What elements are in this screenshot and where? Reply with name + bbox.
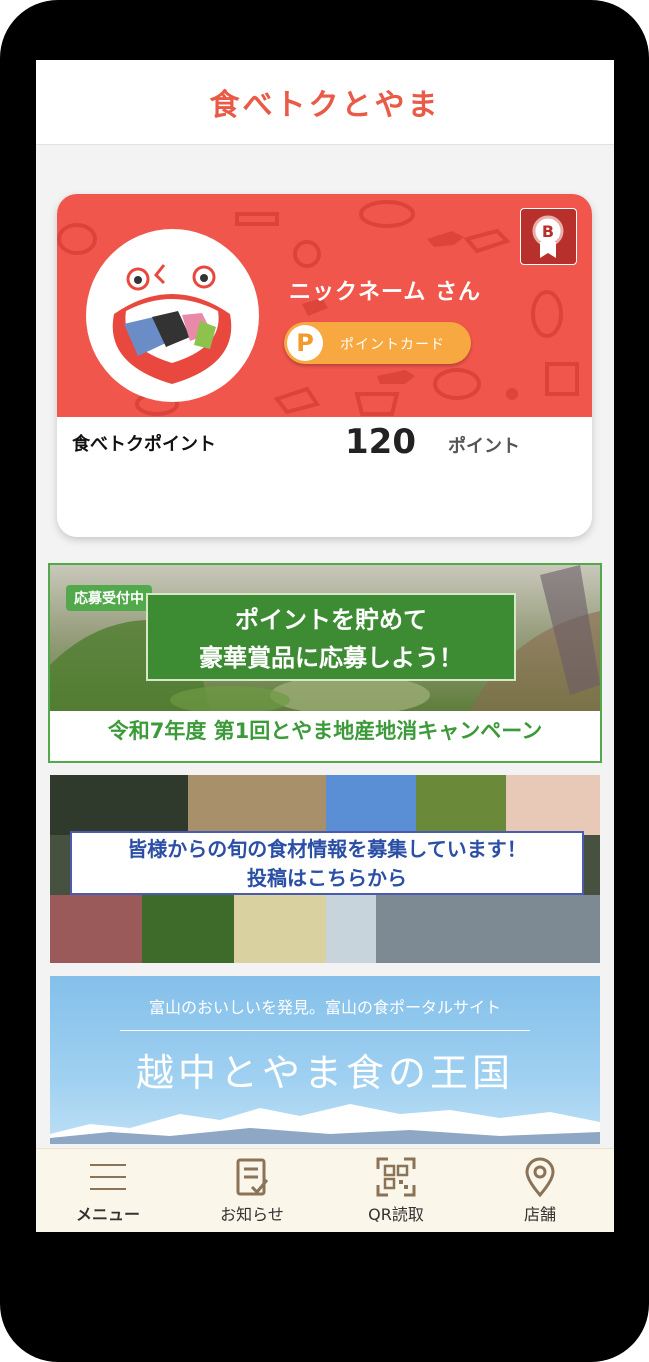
photo-tile bbox=[506, 775, 600, 835]
campaign-caption: 令和7年度 第1回とやま地産地消キャンペーン bbox=[107, 719, 543, 743]
ingredients-call-box: 皆様からの旬の食材情報を募集しています！ 投稿はこちらから bbox=[70, 831, 584, 895]
campaign-headline-box: ポイントを貯めて 豪華賞品に応募しよう！ bbox=[146, 593, 516, 681]
tab-stores-label: 店舗 bbox=[523, 1205, 556, 1224]
phone-frame: 食べトクとやま ニックネーム さん P ポイントカード B 食べトクポイント 1… bbox=[0, 0, 649, 1362]
campaign-headline-line2: 豪華賞品に応募しよう！ bbox=[199, 644, 463, 672]
tab-menu-label: メニュー bbox=[75, 1205, 140, 1224]
photo-tile bbox=[326, 895, 376, 963]
point-p-icon: P bbox=[287, 325, 323, 361]
photo-tile bbox=[416, 775, 506, 835]
campaign-headline-line1: ポイントを貯めて bbox=[235, 606, 427, 634]
tab-menu[interactable]: メニュー bbox=[36, 1149, 180, 1232]
photo-tile bbox=[376, 895, 600, 963]
photo-tile bbox=[50, 775, 188, 835]
application-open-tag: 応募受付中 bbox=[66, 585, 152, 611]
photo-tile bbox=[142, 895, 234, 963]
location-pin-icon bbox=[525, 1157, 555, 1197]
app-title: 食べトクとやま bbox=[209, 88, 441, 123]
mascot-avatar bbox=[86, 229, 259, 402]
notice-icon bbox=[236, 1158, 269, 1196]
tab-notices[interactable]: お知らせ bbox=[180, 1149, 324, 1232]
member-card: ニックネーム さん P ポイントカード B 食べトクポイント 120 ポイント bbox=[57, 194, 592, 537]
mascot-icon bbox=[112, 264, 232, 384]
portal-title: 越中とやま食の王国 bbox=[135, 1051, 514, 1095]
tab-qr-label: QR読取 bbox=[368, 1205, 424, 1224]
point-card-button[interactable]: P ポイントカード bbox=[284, 322, 471, 364]
point-card-label: ポイントカード bbox=[340, 337, 445, 353]
mountains-illustration bbox=[50, 1104, 600, 1144]
photo-tile bbox=[50, 895, 142, 963]
photo-tile bbox=[188, 775, 326, 835]
points-unit: ポイント bbox=[448, 436, 520, 457]
tab-stores[interactable]: 店舗 bbox=[468, 1149, 612, 1232]
rank-badge-icon[interactable]: B bbox=[520, 208, 577, 265]
portal-subtitle: 富山のおいしいを発見。富山の食ポータルサイト bbox=[148, 998, 501, 1017]
tab-qr-scan[interactable]: QR読取 bbox=[324, 1149, 468, 1232]
portal-site-banner[interactable]: 富山のおいしいを発見。富山の食ポータルサイト 越中とやま食の王国 bbox=[50, 976, 600, 1144]
nickname-text: ニックネーム さん bbox=[289, 280, 481, 305]
bottom-tab-bar: メニュー お知らせ QR読取 店舗 bbox=[36, 1148, 614, 1232]
photo-tile bbox=[234, 895, 326, 963]
qr-code-icon bbox=[376, 1157, 416, 1197]
campaign-banner[interactable]: 応募受付中 ポイントを貯めて 豪華賞品に応募しよう！ 令和7年度 第1回とやま地… bbox=[48, 563, 602, 763]
ingredients-line2: 投稿はこちらから bbox=[247, 866, 407, 890]
points-label: 食べトクポイント bbox=[72, 434, 216, 455]
app-header: 食べトクとやま bbox=[36, 60, 614, 145]
app-screen: 食べトクとやま ニックネーム さん P ポイントカード B 食べトクポイント 1… bbox=[36, 60, 614, 1232]
photo-tile bbox=[326, 775, 416, 835]
rank-badge-letter: B bbox=[542, 222, 554, 241]
tab-notices-label: お知らせ bbox=[220, 1205, 284, 1224]
hamburger-menu-icon bbox=[90, 1164, 126, 1190]
points-value: 120 bbox=[345, 422, 416, 462]
ingredients-line1: 皆様からの旬の食材情報を募集しています！ bbox=[127, 837, 527, 861]
portal-divider bbox=[120, 1030, 530, 1031]
member-card-banner: ニックネーム さん P ポイントカード B bbox=[57, 194, 592, 417]
ingredients-banner[interactable]: 皆様からの旬の食材情報を募集しています！ 投稿はこちらから bbox=[50, 775, 600, 963]
